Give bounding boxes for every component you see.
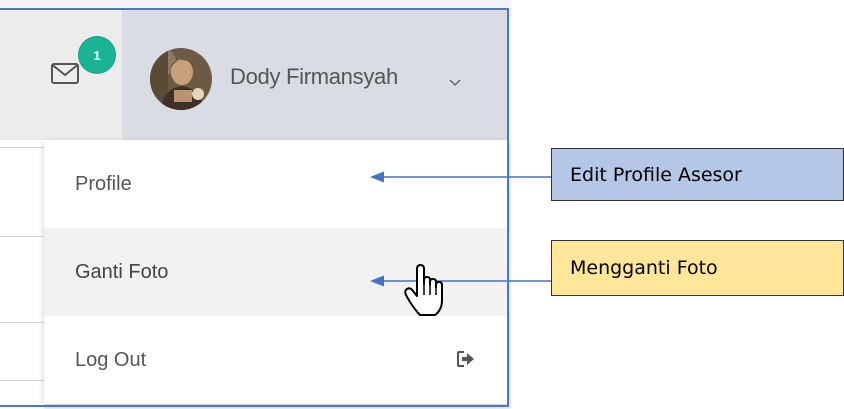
sign-out-icon [456, 350, 476, 368]
annotation-arrow-profile [370, 171, 552, 183]
menu-item-label: Log Out [75, 348, 147, 371]
menu-item-label: Ganti Foto [75, 260, 169, 283]
notification-badge: 1 [79, 37, 115, 73]
envelope-icon[interactable] [50, 60, 82, 88]
screenshot-panel: 1 Dody Firmansyah Profile Ganti Foto Log… [0, 0, 511, 409]
page-background-strip [0, 140, 44, 409]
user-name[interactable]: Dody Firmansyah [230, 64, 398, 90]
hand-pointer-cursor-icon [402, 262, 450, 320]
chevron-down-icon[interactable] [448, 74, 462, 87]
callout-text: Mengganti Foto [570, 257, 718, 279]
menu-item-log-out[interactable]: Log Out [44, 316, 508, 404]
callout-edit-profile: Edit Profile Asesor [551, 148, 844, 201]
avatar[interactable] [150, 48, 212, 110]
menu-item-profile[interactable]: Profile [44, 140, 508, 228]
menu-item-label: Profile [75, 172, 132, 195]
callout-text: Edit Profile Asesor [570, 163, 742, 186]
callout-mengganti-foto: Mengganti Foto [551, 240, 844, 296]
annotation-arrow-ganti-foto [370, 275, 552, 287]
